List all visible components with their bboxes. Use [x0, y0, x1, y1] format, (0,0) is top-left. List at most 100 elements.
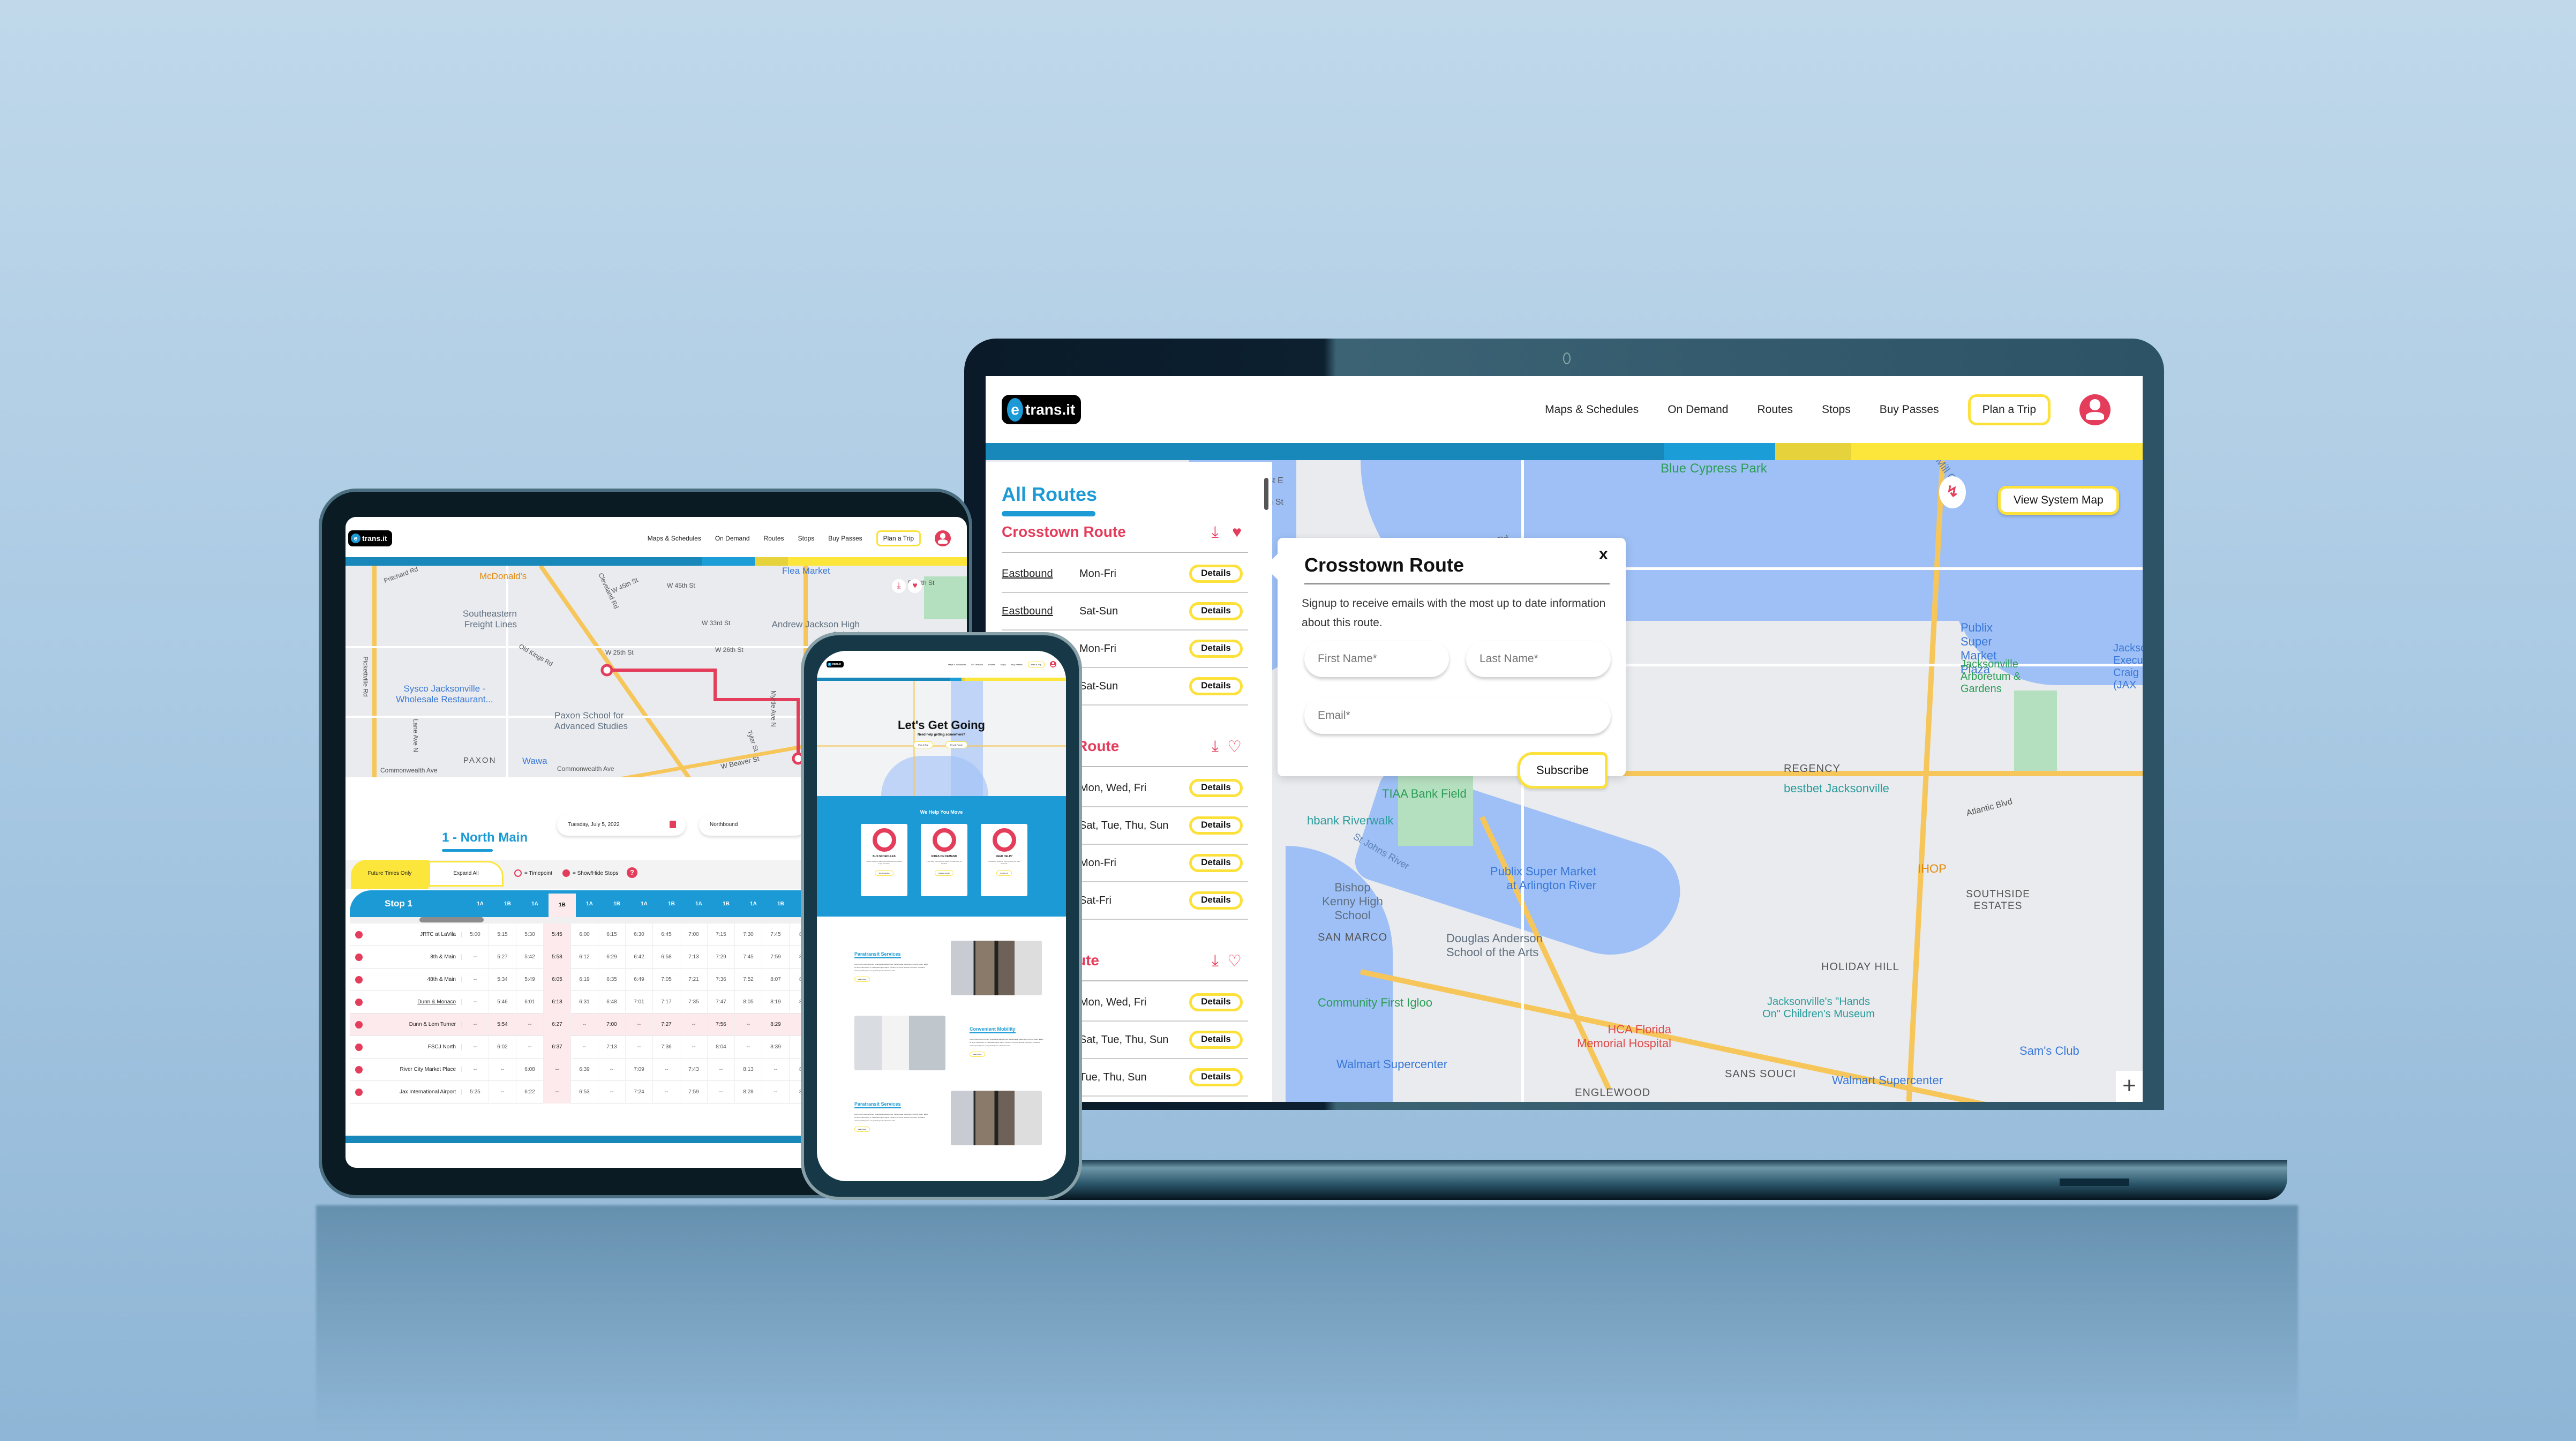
nav-buy-passes[interactable]: Buy Passes [1011, 663, 1023, 666]
departure-time: 6:02 [489, 1035, 516, 1059]
direction-link[interactable]: Eastbound [1002, 605, 1079, 618]
route-schedule-row: Eastbound Sat-Sun Details [1002, 593, 1248, 631]
direction-select[interactable]: Northbound [699, 814, 806, 836]
card-button[interactable]: Contact Us [996, 870, 1012, 876]
nav-buy-passes[interactable]: Buy Passes [1880, 403, 1939, 416]
stop-toggle-icon[interactable] [355, 930, 363, 939]
plan-trip-button[interactable]: Plan a Trip [876, 530, 921, 546]
view-system-map-button[interactable]: View System Map [1998, 486, 2119, 515]
card-button[interactable]: See Schedules [875, 870, 893, 876]
download-icon[interactable]: ⤓ [1212, 523, 1219, 542]
user-avatar-icon[interactable] [1050, 661, 1056, 667]
details-button[interactable]: Details [1189, 602, 1243, 620]
expand-all-toggle[interactable]: Expand All [429, 861, 504, 887]
help-icon[interactable]: ? [627, 867, 637, 878]
stop-toggle-icon[interactable] [355, 998, 363, 1006]
logo[interactable]: e trans.it [1002, 395, 1081, 424]
nav-maps-schedules[interactable]: Maps & Schedules [648, 535, 701, 542]
logo[interactable]: e trans.it [348, 530, 392, 546]
stop-toggle-icon[interactable] [355, 1020, 363, 1029]
plan-trip-button[interactable]: Plan a Trip [1967, 394, 2051, 425]
details-button[interactable]: Details [1189, 854, 1243, 872]
details-button[interactable]: Details [1189, 640, 1243, 658]
subscribe-button[interactable]: Subscribe [1518, 752, 1608, 789]
feature-title: Paratransit Services [854, 1101, 901, 1108]
future-times-toggle[interactable]: Future Times Only [351, 860, 429, 889]
date-value: Tuesday, July 5, 2022 [568, 822, 620, 828]
email-input[interactable] [1304, 697, 1611, 734]
download-icon[interactable]: ⤓ [892, 579, 906, 593]
details-button[interactable]: Details [1189, 891, 1243, 910]
last-name-input[interactable] [1466, 641, 1611, 677]
logo-mark-icon: e [1007, 397, 1023, 422]
direction-link[interactable]: Eastbound [1002, 568, 1079, 580]
route-map-icon[interactable]: ↯ [1939, 476, 1966, 508]
zoom-in-button[interactable]: + [2116, 1071, 2143, 1102]
favorite-heart-icon[interactable]: ♡ [1227, 738, 1242, 756]
departure-time: 6:15 [598, 923, 626, 946]
nav-maps-schedules[interactable]: Maps & Schedules [948, 663, 966, 666]
stop-toggle-icon[interactable] [355, 953, 363, 961]
departure-time: -- [544, 1080, 571, 1104]
favorite-heart-icon[interactable]: ♡ [1227, 952, 1242, 971]
route-name[interactable]: Crosstown Route [1002, 523, 1126, 540]
first-name-input[interactable] [1304, 641, 1449, 677]
service-days: Mon-Fri [1079, 857, 1116, 869]
learn-more-button[interactable]: Learn More [970, 1052, 986, 1057]
route-group-header: Crosstown Route ⤓ ♥ [1002, 523, 1248, 553]
departure-time: 7:27 [653, 1013, 680, 1036]
nav-on-demand[interactable]: On Demand [1668, 403, 1728, 416]
plan-a-trip-hero-button[interactable]: Plan A Trip [913, 741, 934, 748]
learn-more-button[interactable]: Learn More [854, 977, 870, 982]
download-icon[interactable]: ⤓ [1212, 952, 1219, 970]
details-button[interactable]: Details [1189, 677, 1243, 695]
nav-buy-passes[interactable]: Buy Passes [828, 535, 862, 542]
timepoint-icon [514, 869, 522, 877]
departure-time: 6:18 [544, 990, 571, 1014]
details-button[interactable]: Details [1189, 1068, 1243, 1086]
stop-toggle-icon[interactable] [355, 1043, 363, 1051]
routes-scrollbar[interactable] [1264, 478, 1268, 510]
departure-time: 6:08 [516, 1058, 544, 1081]
stop-name[interactable]: Dunn & Monaco [363, 999, 462, 1005]
timepoint-legend: = Timepoint [514, 869, 552, 877]
favorite-heart-icon[interactable]: ♥ [908, 579, 922, 593]
departure-time: 7:52 [735, 968, 762, 991]
nav-on-demand[interactable]: On Demand [971, 663, 983, 666]
service-days: Tue, Thu, Sun [1079, 1071, 1147, 1083]
stop-toggle-icon[interactable] [355, 1088, 363, 1096]
stop-toggle-icon[interactable] [355, 975, 363, 984]
route-name[interactable]: Route [1077, 738, 1119, 754]
details-button[interactable]: Details [1189, 779, 1243, 797]
nav-routes[interactable]: Routes [1757, 403, 1793, 416]
find-a-route-hero-button[interactable]: Find A Route [945, 741, 967, 748]
user-avatar-icon[interactable] [2079, 394, 2111, 425]
nav-maps-schedules[interactable]: Maps & Schedules [1545, 403, 1639, 416]
details-button[interactable]: Details [1189, 565, 1243, 583]
nav-routes[interactable]: Routes [764, 535, 784, 542]
user-avatar-icon[interactable] [935, 530, 951, 546]
card-button[interactable]: Request a Ride [935, 870, 953, 876]
details-button[interactable]: Details [1189, 993, 1243, 1011]
nav-on-demand[interactable]: On Demand [715, 535, 750, 542]
departure-time: 8:05 [735, 990, 762, 1014]
feature-block: Paratransit Services Lorem ipsum dolor s… [854, 1099, 929, 1132]
close-icon[interactable]: x [1599, 545, 1608, 564]
nav-stops[interactable]: Stops [798, 535, 815, 542]
nav-routes[interactable]: Routes [988, 663, 995, 666]
plan-trip-button[interactable]: Plan a Trip [1027, 661, 1045, 667]
service-days: Mon-Fri [1079, 567, 1116, 580]
feature-body: Lorem ipsum dolor sit amet, consectetur … [854, 1113, 928, 1122]
departure-time: 7:29 [708, 945, 735, 969]
map-label: SANS SOUCI [1725, 1068, 1797, 1080]
details-button[interactable]: Details [1189, 1031, 1243, 1049]
details-button[interactable]: Details [1189, 816, 1243, 835]
logo[interactable]: e trans.it [827, 661, 844, 667]
stop-toggle-icon[interactable] [355, 1065, 363, 1074]
nav-stops[interactable]: Stops [1001, 663, 1006, 666]
favorite-heart-icon[interactable]: ♥ [1232, 523, 1242, 542]
nav-stops[interactable]: Stops [1822, 403, 1851, 416]
learn-more-button[interactable]: Learn More [854, 1127, 870, 1132]
date-picker[interactable]: Tuesday, July 5, 2022 [557, 814, 686, 836]
download-icon[interactable]: ⤓ [1212, 738, 1219, 756]
